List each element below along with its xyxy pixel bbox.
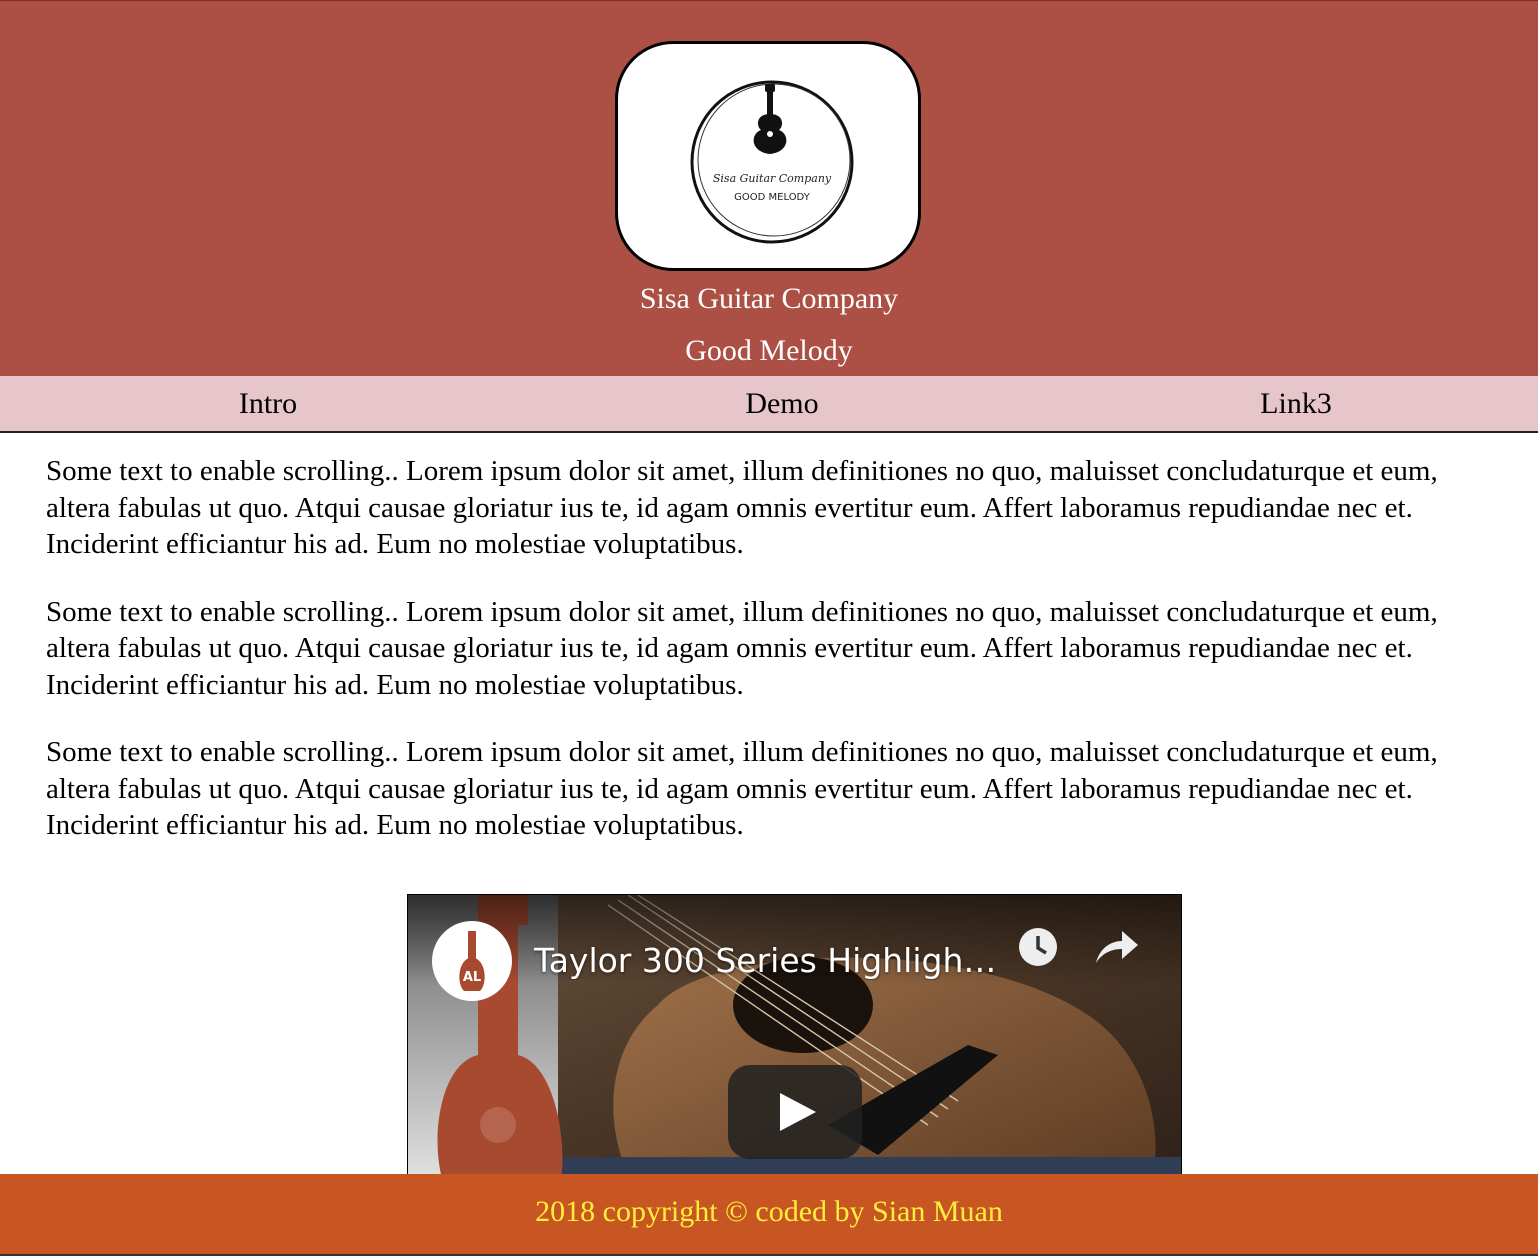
guitar-icon bbox=[753, 84, 787, 154]
paragraph: Some text to enable scrolling.. Lorem ip… bbox=[46, 455, 1438, 560]
share-icon[interactable] bbox=[1092, 927, 1140, 967]
site-footer: 2018 copyright © coded by Sian Muan bbox=[0, 1174, 1538, 1256]
svg-text:AL: AL bbox=[463, 970, 481, 985]
svg-text:Sisa Guitar Company: Sisa Guitar Company bbox=[713, 172, 832, 185]
play-button[interactable] bbox=[728, 1065, 862, 1159]
logo-image: Sisa Guitar Company GOOD MELODY bbox=[690, 80, 854, 244]
nav-link-intro[interactable]: Intro bbox=[118, 386, 418, 422]
logo[interactable]: Sisa Guitar Company GOOD MELODY bbox=[615, 41, 921, 271]
paragraph: Some text to enable scrolling.. Lorem ip… bbox=[46, 736, 1438, 841]
play-icon bbox=[780, 1093, 816, 1131]
main-content: Some text to enable scrolling.. Lorem ip… bbox=[46, 453, 1496, 875]
copyright-text: 2018 copyright © coded by Sian Muan bbox=[535, 1195, 1003, 1228]
watch-later-icon[interactable] bbox=[1016, 925, 1060, 969]
channel-icon: AL bbox=[459, 931, 485, 991]
video-embed[interactable]: AL Taylor 300 Series Highlight … bbox=[407, 894, 1182, 1194]
navigation-bar: Intro Demo Link3 bbox=[0, 376, 1538, 433]
video-title[interactable]: Taylor 300 Series Highlight … bbox=[534, 941, 1004, 980]
tagline: Good Melody bbox=[685, 334, 853, 367]
brand-name: Sisa Guitar Company bbox=[639, 282, 899, 315]
site-header: Sisa Guitar Company GOOD MELODY Sisa Gui… bbox=[0, 0, 1538, 376]
paragraph: Some text to enable scrolling.. Lorem ip… bbox=[46, 595, 1438, 701]
nav-link-demo[interactable]: Demo bbox=[632, 386, 932, 422]
svg-text:GOOD MELODY: GOOD MELODY bbox=[734, 192, 811, 203]
channel-avatar[interactable]: AL bbox=[432, 921, 512, 1001]
nav-link-link3[interactable]: Link3 bbox=[1146, 386, 1446, 422]
